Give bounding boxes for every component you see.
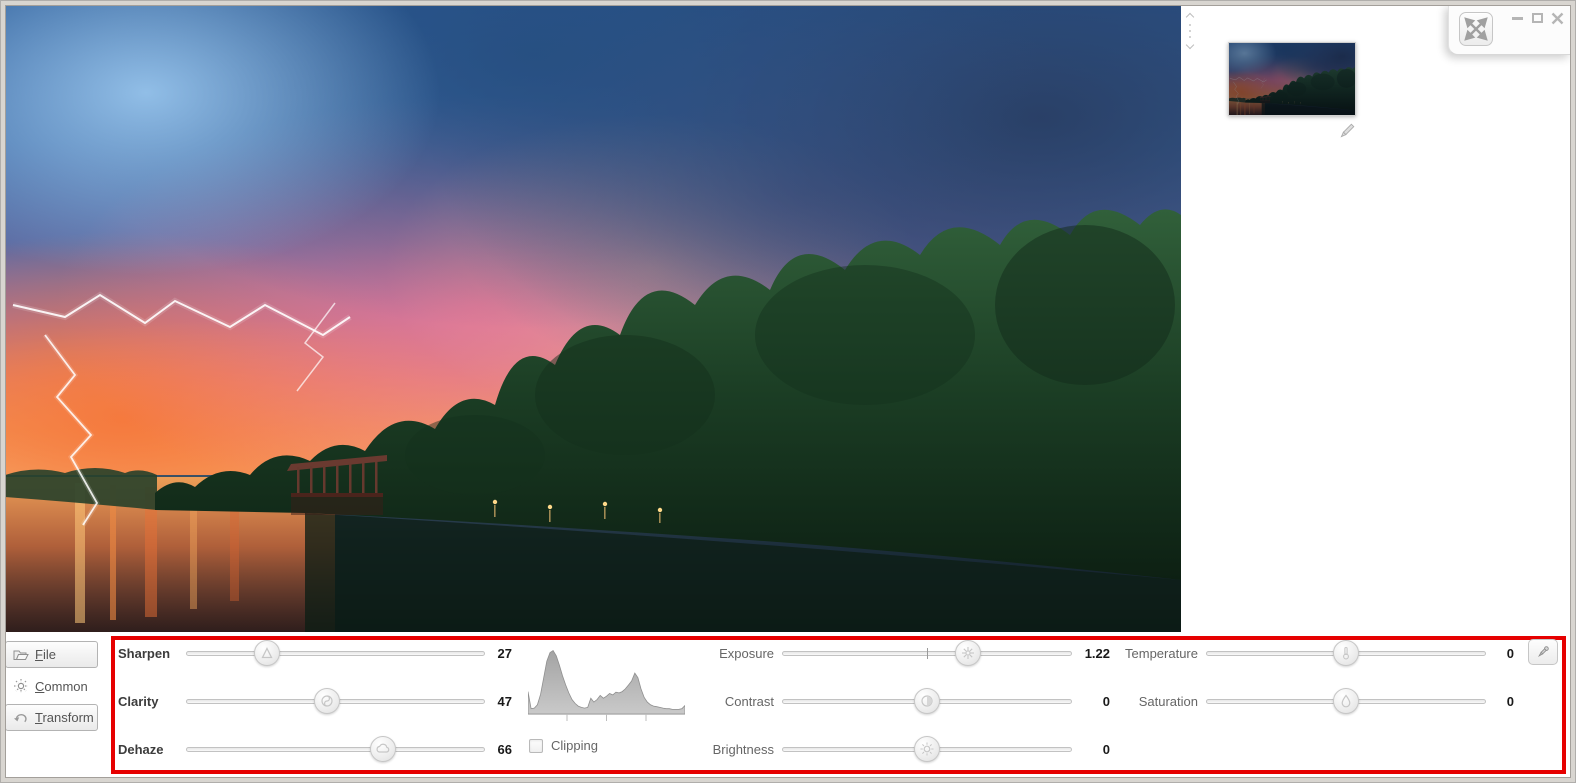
clarity-slider-thumb[interactable] (313, 688, 340, 714)
brightness-sun-icon (920, 742, 934, 756)
clipping-label: Clipping (551, 738, 598, 753)
contrast-half-circle-icon (921, 695, 933, 707)
exposure-value: 1.22 (1084, 645, 1110, 661)
sidebar-item-transform[interactable]: Transform (5, 704, 98, 731)
droplet-icon (1341, 694, 1351, 708)
contrast-slider-thumb[interactable] (914, 688, 940, 714)
brightness-slider[interactable] (782, 735, 1072, 763)
dehaze-value: 66 (497, 741, 512, 757)
slider-column-middle: Exposure 1.22 Contrast 0 Brightness 0 (706, 632, 1110, 778)
brightness-label: Brightness (712, 741, 774, 757)
clarity-slider[interactable] (186, 687, 485, 715)
window-control-card (1448, 5, 1571, 55)
clarity-swirl-icon (320, 695, 333, 707)
temperature-value: 0 (1506, 645, 1514, 661)
dehaze-slider-thumb[interactable] (370, 736, 397, 762)
chevron-down-icon (1185, 40, 1195, 50)
sun-adjust-icon (14, 679, 28, 693)
white-balance-eyedropper-button[interactable] (1528, 639, 1558, 665)
sidebar-item-label: Common (35, 678, 88, 694)
expand-arrows-icon (1464, 17, 1488, 41)
sharpen-slider[interactable] (186, 639, 485, 667)
sunset-lake-photo (5, 5, 1181, 632)
thumbnail-darken-overlay (1229, 43, 1355, 115)
sharpen-row: Sharpen 27 (118, 639, 512, 667)
dehaze-cloud-icon (376, 743, 390, 753)
edit-pencil-icon[interactable] (1338, 122, 1356, 140)
saturation-value: 0 (1506, 693, 1514, 709)
close-icon (1551, 12, 1564, 24)
clarity-label: Clarity (118, 693, 159, 709)
sharpen-value: 27 (497, 645, 512, 661)
folder-open-icon (13, 650, 29, 660)
eyedropper-icon (1538, 646, 1549, 657)
brightness-slider-thumb[interactable] (914, 736, 940, 762)
grip-dot (1189, 30, 1191, 32)
contrast-label: Contrast (724, 693, 774, 709)
sharpen-triangle-icon (261, 647, 273, 659)
brightness-row: Brightness 0 (706, 735, 1110, 763)
sidebar-item-common[interactable]: Common (5, 673, 88, 699)
image-canvas[interactable] (5, 5, 1181, 632)
adjustments-panel: File Common Transform Sharpen 27 Clarity… (5, 632, 1571, 778)
brightness-value: 0 (1102, 741, 1110, 757)
histogram (527, 641, 686, 731)
dehaze-slider[interactable] (186, 735, 485, 763)
temperature-slider-thumb[interactable] (1333, 640, 1359, 666)
temperature-row: Temperature 0 (1118, 639, 1514, 667)
sharpen-label: Sharpen (118, 645, 171, 661)
clipping-row: Clipping (529, 738, 598, 753)
slider-column-left: Sharpen 27 Clarity 47 Dehaze 66 (118, 632, 512, 778)
contrast-value: 0 (1102, 693, 1110, 709)
dehaze-label: Dehaze (118, 741, 164, 757)
dehaze-track[interactable] (186, 747, 485, 752)
temperature-label: Temperature (1125, 645, 1198, 661)
maximize-icon (1532, 13, 1543, 23)
sidebar-item-label: Transform (35, 710, 94, 725)
contrast-row: Contrast 0 (706, 687, 1110, 715)
exposure-label: Exposure (719, 645, 774, 661)
saturation-row: Saturation 0 (1118, 687, 1514, 715)
aperture-icon (961, 647, 974, 659)
dehaze-row: Dehaze 66 (118, 735, 512, 763)
grip-dot (1189, 36, 1191, 38)
saturation-label: Saturation (1138, 693, 1198, 709)
clarity-row: Clarity 47 (118, 687, 512, 715)
thermometer-icon (1343, 646, 1349, 660)
exposure-track[interactable] (782, 648, 1072, 659)
saturation-slider[interactable] (1206, 687, 1486, 715)
contrast-slider[interactable] (782, 687, 1072, 715)
sharpen-track[interactable] (186, 651, 485, 656)
chevron-up-icon (1185, 12, 1195, 22)
photo-thumbnail[interactable] (1228, 42, 1356, 116)
clipping-checkbox[interactable] (529, 738, 543, 753)
histogram-area (527, 650, 686, 715)
sidebar-item-label: File (35, 647, 56, 662)
minimize-button[interactable] (1508, 10, 1527, 26)
maximize-button[interactable] (1528, 10, 1547, 26)
exposure-slider-thumb[interactable] (954, 640, 981, 666)
minimize-icon (1512, 16, 1523, 20)
undo-arrow-icon (14, 713, 27, 723)
panel-splitter-handle[interactable] (1184, 12, 1196, 50)
fullscreen-button[interactable] (1459, 12, 1493, 46)
temperature-slider[interactable] (1206, 639, 1486, 667)
grip-dot (1189, 24, 1191, 26)
saturation-slider-thumb[interactable] (1333, 688, 1359, 714)
exposure-row: Exposure 1.22 (706, 639, 1110, 667)
slider-column-right: Temperature 0 Saturation 0 (1118, 632, 1514, 778)
clarity-value: 47 (497, 693, 512, 709)
sidebar-item-file[interactable]: File (5, 641, 98, 668)
exposure-slider[interactable] (782, 639, 1072, 667)
sharpen-slider-thumb[interactable] (253, 640, 280, 666)
close-button[interactable] (1548, 10, 1567, 26)
